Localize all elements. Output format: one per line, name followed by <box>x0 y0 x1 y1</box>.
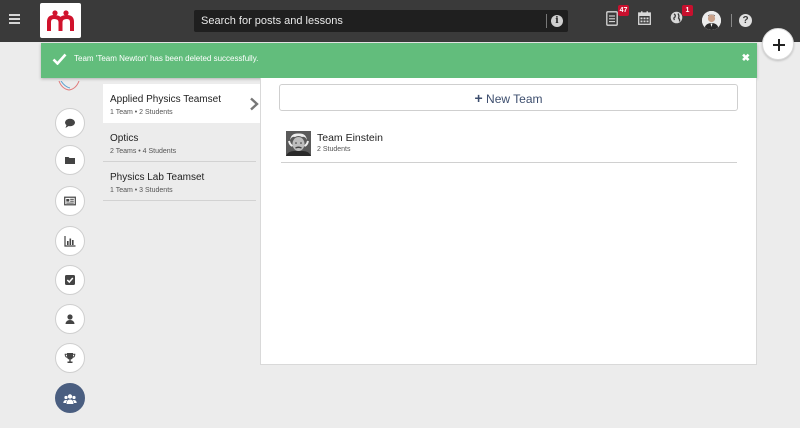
bar-chart-icon <box>64 236 76 247</box>
toast-message: Team 'Team Newton' has been deleted succ… <box>74 54 259 63</box>
search-bar: i <box>194 10 568 32</box>
team-row[interactable]: Team Einstein 2 Students <box>281 126 737 163</box>
sidebar-item-members[interactable] <box>55 304 85 334</box>
team-name: Team Einstein <box>317 132 383 144</box>
search-divider <box>546 14 547 28</box>
teamset-name: Applied Physics Teamset <box>110 94 221 105</box>
teamset-list: Applied Physics Teamset 1 Team • 2 Stude… <box>103 84 260 201</box>
document-icon[interactable]: 47 <box>606 5 629 29</box>
close-icon[interactable]: ✖ <box>742 53 750 64</box>
add-button[interactable] <box>762 28 794 60</box>
calendar-icon[interactable] <box>638 11 654 29</box>
teamset-meta: 1 Team • 2 Students <box>110 109 173 116</box>
info-icon[interactable]: i <box>551 15 563 27</box>
new-team-button[interactable]: + New Team <box>279 84 738 111</box>
teamset-name: Optics <box>110 133 139 144</box>
teamset-meta: 1 Team • 3 Students <box>110 187 173 194</box>
help-icon[interactable]: ? <box>739 14 752 27</box>
user-icon <box>65 314 75 324</box>
app-logo[interactable] <box>40 3 81 38</box>
sidebar-item-reports[interactable] <box>55 226 85 256</box>
sidebar-item-posts[interactable] <box>55 186 85 216</box>
trophy-icon <box>64 353 76 363</box>
team-avatar <box>286 131 311 156</box>
top-bar: i 47 1 ? <box>0 0 800 42</box>
sidebar-item-files[interactable] <box>55 145 85 175</box>
new-team-label: New Team <box>486 92 543 106</box>
teamset-item[interactable]: Optics 2 Teams • 4 Students <box>103 123 256 162</box>
sidebar-item-achievements[interactable] <box>55 343 85 373</box>
chevron-right-icon <box>250 97 259 111</box>
teamset-name: Physics Lab Teamset <box>110 172 205 183</box>
user-avatar[interactable] <box>702 11 721 30</box>
group-icon <box>63 394 77 404</box>
teamset-meta: 2 Teams • 4 Students <box>110 148 177 155</box>
plus-icon: + <box>474 90 483 106</box>
notification-badge: 1 <box>682 5 693 16</box>
search-input[interactable] <box>194 10 544 32</box>
team-meta: 2 Students <box>317 146 351 153</box>
teamset-item[interactable]: Physics Lab Teamset 1 Team • 3 Students <box>103 162 256 201</box>
globe-icon[interactable]: 1 <box>670 5 693 29</box>
folder-icon <box>65 157 75 164</box>
newspaper-icon <box>64 196 76 206</box>
teamset-item[interactable]: Applied Physics Teamset 1 Team • 2 Stude… <box>103 84 260 123</box>
success-toast: Team 'Team Newton' has been deleted succ… <box>41 43 757 78</box>
sidebar-item-comments[interactable] <box>55 108 85 138</box>
sidebar-item-teams[interactable] <box>55 383 85 413</box>
teams-panel <box>260 78 757 365</box>
menu-icon[interactable] <box>9 14 20 24</box>
comment-icon <box>65 118 75 128</box>
checkbox-icon <box>65 275 75 285</box>
check-icon <box>52 53 67 65</box>
course-logo-icon <box>58 78 80 91</box>
sidebar-item-assignments[interactable] <box>55 265 85 295</box>
header-divider <box>731 14 732 27</box>
notification-badge: 47 <box>618 5 629 16</box>
